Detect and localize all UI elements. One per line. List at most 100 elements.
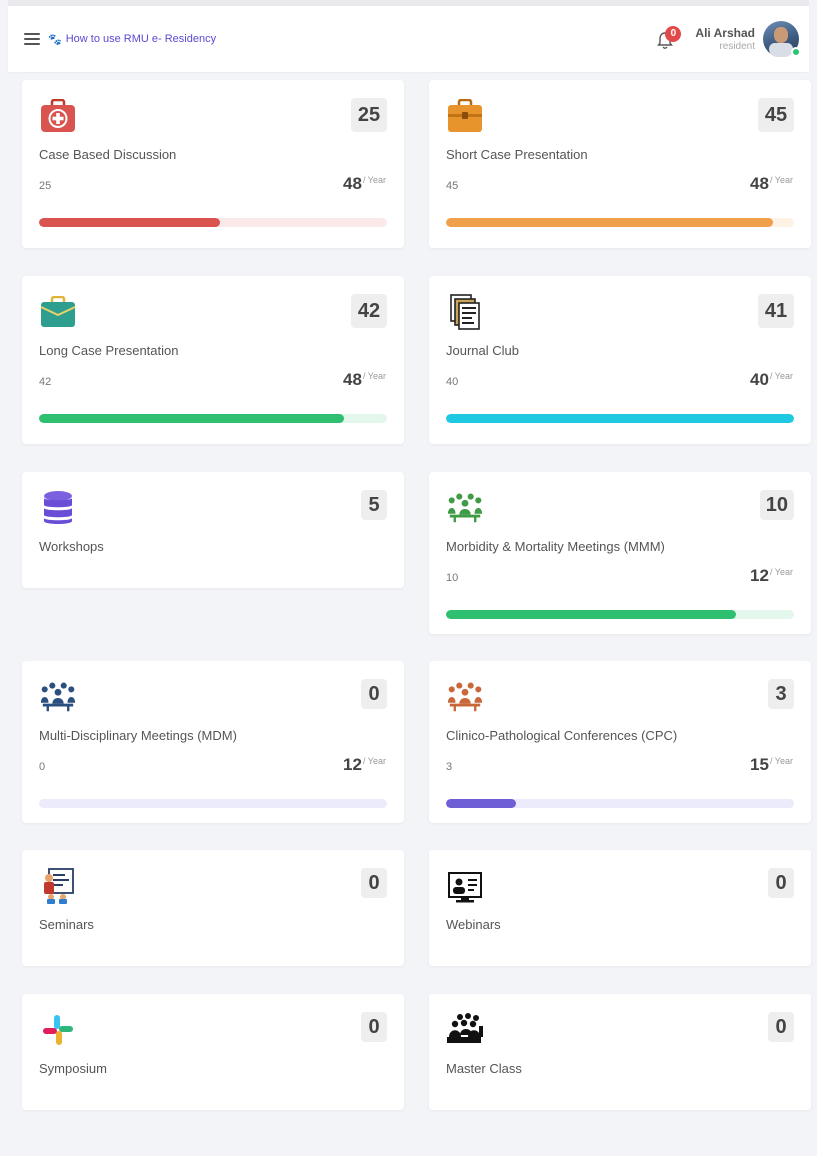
database-icon bbox=[39, 489, 77, 527]
card-title: Master Class bbox=[446, 1061, 522, 1076]
avatar-shirt bbox=[769, 43, 793, 57]
completed-count: 3 bbox=[446, 761, 453, 773]
progress-bar bbox=[446, 610, 794, 619]
notification-count-badge: 0 bbox=[665, 26, 682, 42]
symposium-icon bbox=[39, 1011, 77, 1049]
progress-fill bbox=[39, 218, 220, 227]
progress-bar bbox=[446, 414, 794, 423]
card-title: Seminars bbox=[39, 917, 94, 932]
user-role: resident bbox=[719, 41, 755, 52]
yearly-target: 15/ Year bbox=[750, 755, 793, 775]
count-badge: 10 bbox=[759, 490, 794, 520]
count-badge: 0 bbox=[361, 679, 387, 709]
hamburger-menu-icon[interactable] bbox=[24, 33, 40, 45]
paw-icon: 🐾 bbox=[48, 33, 62, 46]
seminar-board-icon bbox=[39, 867, 77, 905]
card-mc[interactable]: 0 Master Class bbox=[429, 994, 811, 1110]
card-mmm[interactable]: 10 Morbidity & Mortality Meetings (MMM) 10… bbox=[429, 472, 811, 634]
progress-bar bbox=[39, 799, 387, 808]
count-badge: 42 bbox=[351, 294, 387, 328]
target-number: 48 bbox=[343, 174, 362, 193]
user-name: Ali Arshad bbox=[695, 26, 755, 40]
yearly-target: 12/ Year bbox=[343, 755, 386, 775]
completed-count: 40 bbox=[446, 376, 459, 388]
count-badge: 0 bbox=[768, 868, 794, 898]
target-unit: / Year bbox=[362, 756, 386, 766]
card-sem[interactable]: 0 Seminars bbox=[22, 850, 404, 966]
card-title: Workshops bbox=[39, 539, 104, 554]
progress-bar bbox=[446, 218, 794, 227]
progress-fill bbox=[446, 799, 516, 808]
master-class-icon bbox=[446, 1011, 484, 1049]
card-title: Long Case Presentation bbox=[39, 343, 179, 358]
card-mdm[interactable]: 0 Multi-Disciplinary Meetings (MDM) 0 12/ Y… bbox=[22, 661, 404, 823]
how-to-use-link[interactable]: 🐾 How to use RMU e- Residency bbox=[48, 33, 216, 46]
progress-fill bbox=[446, 218, 774, 227]
progress-bar bbox=[39, 414, 387, 423]
avatar[interactable] bbox=[763, 21, 801, 57]
yearly-target: 48/ Year bbox=[343, 370, 386, 390]
count-badge: 25 bbox=[351, 98, 387, 132]
target-number: 40 bbox=[750, 370, 769, 389]
meeting-group-icon bbox=[446, 678, 484, 716]
card-scp[interactable]: 45 Short Case Presentation 45 48/ Year bbox=[429, 80, 811, 248]
count-badge: 3 bbox=[768, 679, 794, 709]
yearly-target: 48/ Year bbox=[343, 174, 386, 194]
first-aid-kit-icon bbox=[39, 97, 77, 135]
card-title: Multi-Disciplinary Meetings (MDM) bbox=[39, 728, 237, 743]
card-title: Morbidity & Mortality Meetings (MMM) bbox=[446, 539, 665, 554]
card-title: Webinars bbox=[446, 917, 501, 932]
completed-count: 0 bbox=[39, 761, 46, 773]
count-badge: 45 bbox=[758, 98, 794, 132]
notifications-bell[interactable]: 0 bbox=[655, 26, 682, 52]
card-title: Clinico-Pathological Conferences (CPC) bbox=[446, 728, 678, 743]
meeting-group-icon bbox=[39, 678, 77, 716]
completed-count: 10 bbox=[446, 572, 459, 584]
card-cbd[interactable]: 25 Case Based Discussion 25 48/ Year bbox=[22, 80, 404, 248]
case-bag-icon bbox=[39, 293, 77, 331]
target-number: 48 bbox=[343, 370, 362, 389]
card-title: Symposium bbox=[39, 1061, 107, 1076]
progress-bar bbox=[446, 799, 794, 808]
yearly-target: 40/ Year bbox=[750, 370, 793, 390]
progress-fill bbox=[446, 610, 736, 619]
target-number: 12 bbox=[343, 755, 362, 774]
card-title: Short Case Presentation bbox=[446, 147, 588, 162]
progress-fill bbox=[446, 414, 794, 423]
target-number: 48 bbox=[750, 174, 769, 193]
completed-count: 25 bbox=[39, 180, 52, 192]
progress-bar bbox=[39, 218, 387, 227]
card-title: Case Based Discussion bbox=[39, 147, 177, 162]
target-unit: / Year bbox=[769, 371, 793, 381]
target-unit: / Year bbox=[769, 756, 793, 766]
count-badge: 0 bbox=[361, 868, 387, 898]
progress-fill bbox=[39, 414, 344, 423]
target-unit: / Year bbox=[362, 371, 386, 381]
meeting-group-icon bbox=[446, 489, 484, 527]
online-status-dot bbox=[791, 47, 801, 57]
count-badge: 0 bbox=[768, 1012, 794, 1042]
webinar-screen-icon bbox=[446, 867, 484, 905]
card-sym[interactable]: 0 Symposium bbox=[22, 994, 404, 1110]
user-info[interactable]: Ali Arshad resident bbox=[695, 26, 755, 52]
target-number: 15 bbox=[750, 755, 769, 774]
how-to-use-label: How to use RMU e- Residency bbox=[65, 33, 217, 45]
card-cpc[interactable]: 3 Clinico-Pathological Conferences (CPC) 3… bbox=[429, 661, 811, 823]
count-badge: 41 bbox=[758, 294, 794, 328]
top-bar: 🐾 How to use RMU e- Residency 0 Ali Arsh… bbox=[8, 6, 809, 72]
card-jc[interactable]: 41 Journal Club 40 40/ Year bbox=[429, 276, 811, 444]
card-ws[interactable]: 5 Workshops bbox=[22, 472, 404, 588]
card-lcp[interactable]: 42 Long Case Presentation 42 48/ Year bbox=[22, 276, 404, 444]
target-unit: / Year bbox=[769, 175, 793, 185]
count-badge: 0 bbox=[361, 1012, 387, 1042]
count-badge: 5 bbox=[361, 490, 387, 520]
card-web[interactable]: 0 Webinars bbox=[429, 850, 811, 966]
target-unit: / Year bbox=[769, 567, 793, 577]
completed-count: 42 bbox=[39, 376, 52, 388]
avatar-face bbox=[774, 27, 788, 43]
completed-count: 45 bbox=[446, 180, 459, 192]
target-number: 12 bbox=[750, 566, 769, 585]
card-title: Journal Club bbox=[446, 343, 519, 358]
yearly-target: 12/ Year bbox=[750, 566, 793, 586]
target-unit: / Year bbox=[362, 175, 386, 185]
